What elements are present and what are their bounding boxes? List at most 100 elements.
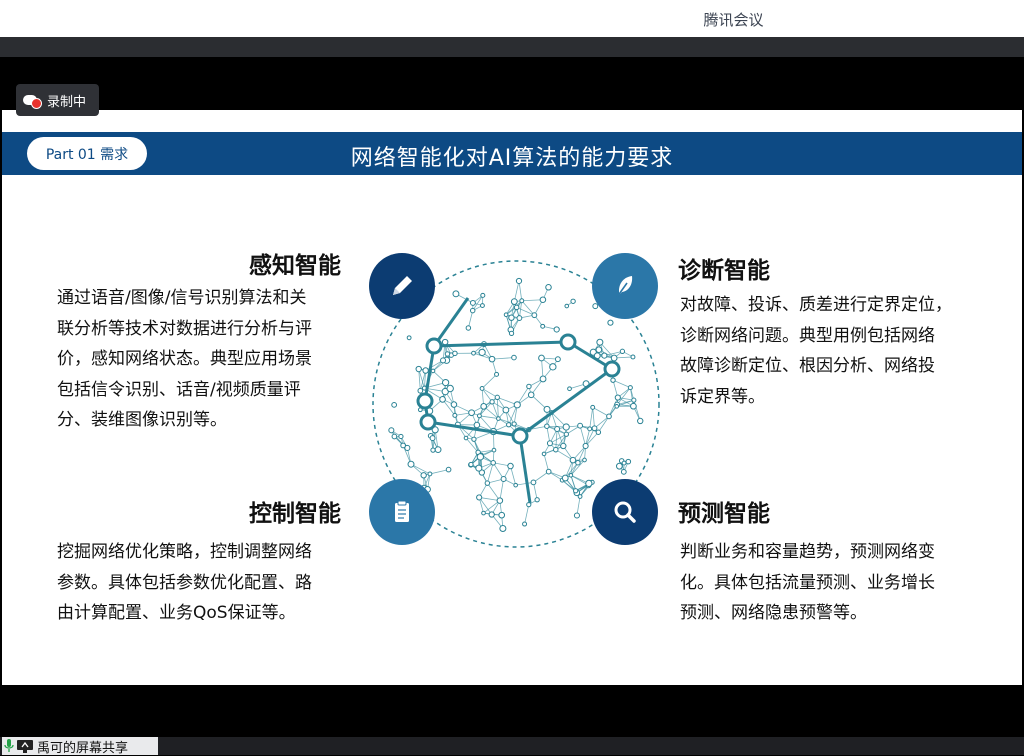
mesh-node [547,441,552,446]
clipboard-icon-badge [369,479,435,545]
body-line: 判断业务和容量趋势，预测网络变 [680,537,1000,568]
section-body-prediction: 判断业务和容量趋势，预测网络变 化。具体包括流量预测、业务增长 预测、网络隐患预… [680,537,1000,629]
mesh-node [399,434,403,438]
mesh-node [568,387,572,391]
section-title-diagnosis: 诊断智能 [678,251,770,285]
mesh-node [588,427,592,431]
mesh-node [451,402,457,408]
mesh-node [489,356,495,362]
mesh-node [596,430,600,434]
mesh-node [565,304,569,308]
mesh-node [602,353,607,358]
mesh-node [464,436,468,440]
mesh-node [392,403,397,408]
mesh-link [492,358,514,360]
microphone-icon[interactable] [2,737,16,755]
mesh-node [477,414,481,418]
mesh-node [539,355,545,361]
section-body-perception: 通过语音/图像/信号识别算法和关 联分析等技术对数据进行分析与评 价，感知网络状… [57,283,362,436]
mesh-node [546,469,551,474]
body-line: 价，感知网络状态。典型应用场景 [57,344,362,375]
mesh-node [469,410,475,416]
mesh-node [562,475,568,481]
section-body-diagnosis: 对故障、投诉、质差进行定界定位， 诊断网络问题。典型用例包括网络 故障诊断定位、… [680,290,1000,412]
mesh-node [535,498,539,502]
window-titlebar: 腾讯会议 [0,0,1024,38]
mesh-node [418,388,423,393]
mesh-node [608,320,613,325]
mesh-node [447,385,453,391]
hub-node [605,362,619,376]
body-line: 化。具体包括流量预测、业务增长 [680,568,1000,599]
screen-share-icon [16,737,34,755]
mesh-link [487,463,493,483]
mesh-node [479,349,485,355]
mesh-node [441,358,446,363]
mesh-node [554,327,559,332]
mesh-node [626,459,631,464]
mesh-node [512,422,516,426]
mesh-node [520,299,524,303]
section-title-perception: 感知智能 [249,246,341,280]
pencil-icon [387,271,417,301]
mesh-node [628,386,632,390]
mesh-node [607,414,612,419]
mesh-node [401,443,406,448]
mesh-node [423,368,428,373]
body-line: 预测、网络隐患预警等。 [680,598,1000,629]
mesh-node [597,339,603,345]
hub-node [421,415,435,429]
mesh-node [583,458,587,462]
mesh-node [554,447,559,452]
mesh-node [540,376,546,382]
mesh-node [476,465,482,471]
screen-share-bar: 禹可的屏幕共享 [0,737,1024,755]
mesh-node [389,428,394,433]
mesh-node [523,522,527,526]
screen-share-indicator[interactable]: 禹可的屏幕共享 [2,737,158,755]
mesh-node [497,417,501,421]
mesh-node [453,291,459,297]
section-body-control: 挖掘网络优化策略，控制调整网络 参数。具体包括参数优化配置、路 由计算配置、业务… [57,537,362,629]
mesh-node [431,448,435,452]
recording-label: 录制中 [47,91,86,110]
mesh-node [497,498,503,504]
mesh-node [495,372,499,376]
mesh-node [638,418,643,423]
mesh-node [583,443,588,448]
body-line: 故障诊断定位、根因分析、网络投 [680,351,1000,382]
mesh-node [472,351,476,355]
body-line: 挖掘网络优化策略，控制调整网络 [57,537,362,568]
mesh-node [480,304,484,308]
mesh-node [430,436,435,441]
mesh-node [555,357,560,362]
mesh-node [489,512,494,517]
mesh-node [576,460,581,465]
mesh-node [545,424,549,428]
mesh-node [446,467,451,472]
mesh-node [509,315,514,320]
mesh-node [428,472,432,476]
mesh-node [416,366,421,371]
mesh-node [564,432,568,436]
mesh-link [482,374,496,388]
mesh-node [527,384,531,388]
mesh-node [540,297,546,303]
mesh-node [504,313,508,317]
mesh-node [474,422,480,428]
mesh-node [517,316,522,321]
body-line: 参数。具体包括参数优化配置、路 [57,568,362,599]
mesh-node [611,355,617,361]
recording-indicator[interactable]: 录制中 [16,84,99,116]
mesh-node [546,284,552,290]
mesh-node [407,336,411,340]
magnifier-icon-badge [592,479,658,545]
mesh-node [569,473,573,477]
mesh-node [596,347,602,353]
feather-icon [610,271,640,301]
hub-node [561,335,575,349]
hub-node [427,339,441,353]
mesh-node [482,511,486,515]
mesh-node [500,525,506,531]
mesh-node [491,461,496,466]
